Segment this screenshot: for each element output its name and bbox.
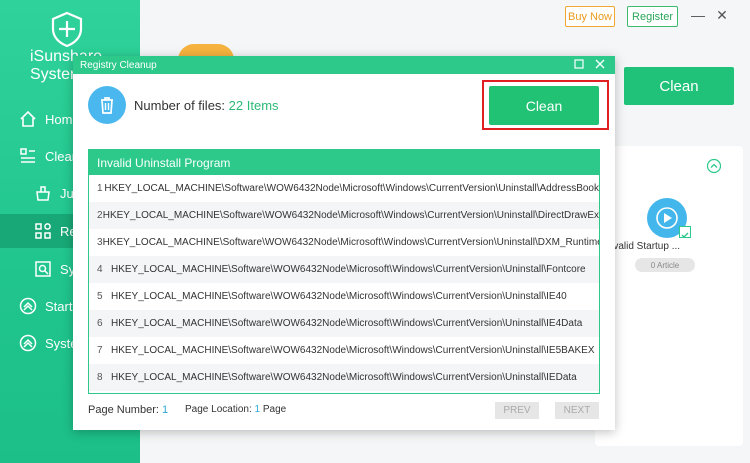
list-header: Invalid Uninstall Program bbox=[89, 150, 599, 175]
dialog-titlebar: Registry Cleanup bbox=[73, 56, 615, 74]
minimize-button[interactable]: — bbox=[690, 7, 706, 23]
prev-button[interactable]: PREV bbox=[495, 402, 539, 419]
page-location: Page Location: 1 Page bbox=[185, 404, 287, 415]
register-button[interactable]: Register bbox=[627, 6, 678, 27]
page-number: Page Number: 1 bbox=[88, 404, 169, 416]
next-button[interactable]: NEXT bbox=[555, 402, 599, 419]
pagination-footer: Page Number: 1 Page Location: 1 Page PRE… bbox=[88, 402, 600, 422]
system-icon bbox=[32, 258, 54, 280]
article-badge[interactable]: 0 Article bbox=[635, 258, 695, 272]
files-count-label: Number of files: 22 Items bbox=[134, 98, 279, 113]
dialog-close-icon[interactable] bbox=[592, 57, 608, 73]
list-item[interactable]: 4 HKEY_LOCAL_MACHINE\Software\WOW6432Node… bbox=[89, 256, 599, 283]
main-clean-button[interactable]: Clean bbox=[624, 67, 734, 105]
sidebar-item-label: Ju bbox=[60, 185, 74, 201]
system-tools-icon bbox=[17, 332, 39, 354]
list-item[interactable]: 2 HKEY_LOCAL_MACHINE\Software\WOW6432Node… bbox=[89, 202, 599, 229]
registry-list: Invalid Uninstall Program 1 HKEY_LOCAL_MA… bbox=[88, 149, 600, 394]
clean-icon bbox=[17, 145, 39, 167]
trash-icon bbox=[88, 86, 126, 124]
list-item[interactable]: 8 HKEY_LOCAL_MACHINE\Software\WOW6432Node… bbox=[89, 364, 599, 391]
registry-cleanup-dialog: Registry Cleanup Number of files: 22 Ite… bbox=[73, 56, 615, 430]
junk-icon bbox=[32, 182, 54, 204]
list-item[interactable]: 3 HKEY_LOCAL_MACHINE\Software\WOW6432Node… bbox=[89, 229, 599, 256]
home-icon bbox=[17, 108, 39, 130]
list-item[interactable]: 6 HKEY_LOCAL_MACHINE\Software\WOW6432Node… bbox=[89, 310, 599, 337]
startup-icon bbox=[17, 295, 39, 317]
list-item[interactable]: 1 HKEY_LOCAL_MACHINE\Software\WOW6432Node… bbox=[89, 175, 599, 202]
list-item[interactable]: 7 HKEY_LOCAL_MACHINE\Software\WOW6432Node… bbox=[89, 337, 599, 364]
shield-logo-icon bbox=[51, 11, 83, 48]
list-item[interactable]: 5 HKEY_LOCAL_MACHINE\Software\WOW6432Node… bbox=[89, 283, 599, 310]
chevron-up-icon[interactable] bbox=[706, 158, 722, 174]
scan-result-card: Invalid Startup ... 0 Article bbox=[595, 146, 743, 446]
buy-now-button[interactable]: Buy Now bbox=[565, 6, 615, 27]
close-button[interactable]: ✕ bbox=[714, 7, 730, 23]
dialog-clean-button[interactable]: Clean bbox=[489, 86, 599, 125]
maximize-icon[interactable] bbox=[571, 57, 587, 73]
registry-icon bbox=[32, 220, 54, 242]
list-body: 1 HKEY_LOCAL_MACHINE\Software\WOW6432Node… bbox=[89, 175, 599, 391]
card-label: Invalid Startup ... bbox=[605, 241, 681, 252]
dialog-title: Registry Cleanup bbox=[80, 59, 157, 71]
files-count-value: 22 Items bbox=[228, 98, 279, 113]
checkbox-icon[interactable] bbox=[679, 226, 691, 238]
